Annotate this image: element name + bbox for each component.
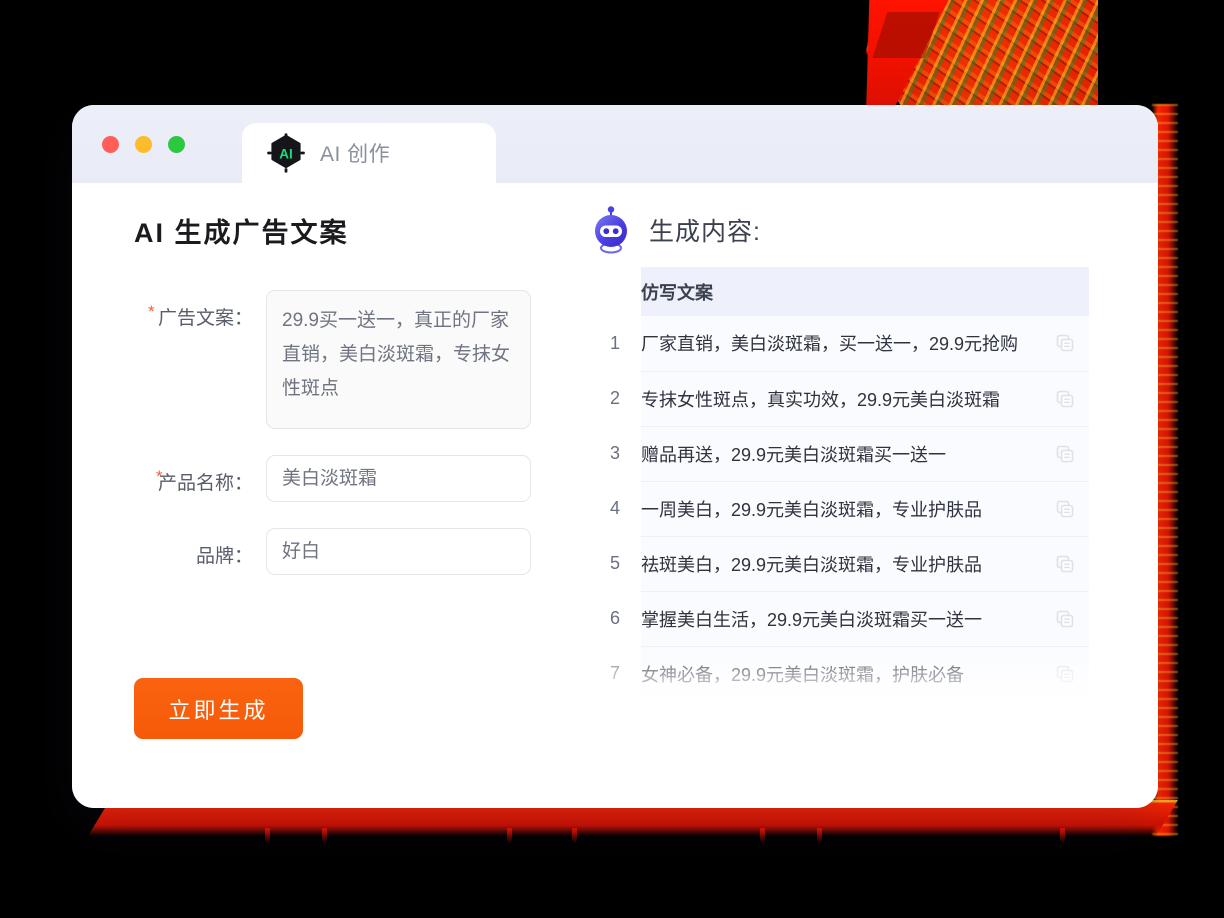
- copy-icon[interactable]: [1055, 444, 1075, 464]
- table-header-copy: 仿写文案: [641, 267, 1089, 316]
- decorative-drip: [322, 828, 327, 844]
- row-copy-label: 祛斑美白，29.9元美白淡斑霜，专业护肤品: [641, 554, 983, 575]
- row-copy-label: 掌握美白生活，29.9元美白淡斑霜买一送一: [641, 609, 983, 630]
- table-row[interactable]: 4 一周美白，29.9元美白淡斑霜，专业护肤品: [589, 481, 1089, 537]
- robot-head-icon: [595, 206, 627, 254]
- row-copy-label: 一周美白，29.9元美白淡斑霜，专业护肤品: [641, 499, 983, 520]
- brand-input[interactable]: 好白: [266, 528, 531, 575]
- decorative-drip: [507, 828, 512, 844]
- table-header-row: 仿写文案: [589, 267, 1089, 316]
- row-copy-text[interactable]: 一周美白，29.9元美白淡斑霜，专业护肤品: [641, 481, 1089, 537]
- row-copy-label: 赠品再送，29.9元美白淡斑霜买一送一: [641, 444, 947, 465]
- app-window: AI AI 创作 AI 生成广告文案 * 广告文案： 29.9买一送一，真正的厂…: [72, 105, 1158, 808]
- required-asterisk: *: [148, 302, 155, 321]
- row-index: 6: [609, 608, 620, 628]
- table-row[interactable]: 3 赠品再送，29.9元美白淡斑霜买一送一: [589, 426, 1089, 482]
- tab-ai-creation[interactable]: AI AI 创作: [242, 123, 496, 183]
- field-brand: 品牌： 好白: [134, 528, 577, 575]
- row-index: 2: [609, 388, 620, 408]
- row-copy-text[interactable]: 赠品再送，29.9元美白淡斑霜买一送一: [641, 426, 1089, 482]
- generate-button[interactable]: 立即生成: [134, 678, 303, 739]
- row-index: 5: [609, 553, 620, 573]
- table-row[interactable]: 5 祛斑美白，29.9元美白淡斑霜，专业护肤品: [589, 536, 1089, 592]
- product-name-input[interactable]: 美白淡斑霜: [266, 455, 531, 502]
- results-pane: 生成内容: 仿写文案 1 厂家直销，美白淡斑霜，买一送一，29.9元抢购 2 专…: [577, 183, 1158, 808]
- table-row[interactable]: 1 厂家直销，美白淡斑霜，买一送一，29.9元抢购: [589, 316, 1089, 372]
- row-index: 1: [609, 333, 620, 353]
- row-copy-text[interactable]: 厂家直销，美白淡斑霜，买一送一，29.9元抢购: [641, 316, 1089, 372]
- ad-copy-form: * 广告文案： 29.9买一送一，真正的厂家直销，美白淡斑霜，专抹女性斑点 * …: [134, 290, 577, 575]
- decorative-drip: [265, 828, 270, 844]
- minimize-button[interactable]: [135, 136, 152, 153]
- copy-icon[interactable]: [1055, 389, 1075, 409]
- row-copy-label: 厂家直销，美白淡斑霜，买一送一，29.9元抢购: [641, 334, 1019, 355]
- field-label-text: 产品名称：: [157, 473, 253, 494]
- tab-label: AI 创作: [320, 143, 391, 166]
- row-copy-text[interactable]: 掌握美白生活，29.9元美白淡斑霜买一送一: [641, 591, 1089, 647]
- row-index: 3: [609, 443, 620, 463]
- table-row[interactable]: 2 专抹女性斑点，真实功效，29.9元美白淡斑霜: [589, 371, 1089, 427]
- form-pane: AI 生成广告文案 * 广告文案： 29.9买一送一，真正的厂家直销，美白淡斑霜…: [72, 183, 577, 808]
- field-label-text: 品牌：: [195, 546, 253, 567]
- field-ad-copy: * 广告文案： 29.9买一送一，真正的厂家直销，美白淡斑霜，专抹女性斑点: [134, 290, 577, 429]
- copy-icon[interactable]: [1055, 333, 1075, 353]
- decorative-drip: [817, 828, 822, 844]
- field-label-ad-copy: * 广告文案：: [134, 290, 266, 330]
- field-label-product-name: * 产品名称：: [134, 455, 266, 495]
- ad-copy-textarea[interactable]: 29.9买一送一，真正的厂家直销，美白淡斑霜，专抹女性斑点: [266, 290, 531, 429]
- screenshot-stage: AI AI 创作 AI 生成广告文案 * 广告文案： 29.9买一送一，真正的厂…: [0, 0, 1224, 918]
- window-controls: [102, 136, 185, 153]
- field-label-brand: 品牌：: [134, 528, 266, 568]
- results-header-title: 生成内容:: [649, 218, 761, 246]
- decorative-drip: [760, 828, 765, 844]
- close-button[interactable]: [102, 136, 119, 153]
- row-copy-label: 女神必备，29.9元美白淡斑霜，护肤必备: [641, 664, 965, 685]
- required-asterisk: *: [156, 467, 163, 486]
- svg-text:AI: AI: [279, 146, 293, 161]
- field-product-name: * 产品名称： 美白淡斑霜: [134, 455, 577, 502]
- window-body: AI 生成广告文案 * 广告文案： 29.9买一送一，真正的厂家直销，美白淡斑霜…: [72, 183, 1158, 808]
- results-header: 生成内容:: [577, 205, 1098, 255]
- row-copy-text[interactable]: 专抹女性斑点，真实功效，29.9元美白淡斑霜: [641, 371, 1089, 427]
- table-row[interactable]: 7 女神必备，29.9元美白淡斑霜，护肤必备: [589, 646, 1089, 702]
- row-copy-text[interactable]: 女神必备，29.9元美白淡斑霜，护肤必备: [641, 646, 1089, 702]
- title-bar: AI AI 创作: [72, 105, 1158, 183]
- field-label-text: 广告文案：: [157, 308, 253, 329]
- copy-icon[interactable]: [1055, 499, 1075, 519]
- copy-icon[interactable]: [1055, 554, 1075, 574]
- page-title: AI 生成广告文案: [134, 218, 349, 248]
- row-copy-text[interactable]: 祛斑美白，29.9元美白淡斑霜，专业护肤品: [641, 536, 1089, 592]
- row-index: 4: [609, 498, 620, 518]
- decorative-drip: [1060, 828, 1065, 844]
- ai-hexagon-chip-icon: AI: [267, 133, 305, 173]
- maximize-button[interactable]: [168, 136, 185, 153]
- table-row[interactable]: 6 掌握美白生活，29.9元美白淡斑霜买一送一: [589, 591, 1089, 647]
- decorative-drip: [572, 828, 577, 844]
- copy-icon[interactable]: [1055, 664, 1075, 684]
- results-table-container[interactable]: 仿写文案 1 厂家直销，美白淡斑霜，买一送一，29.9元抢购 2 专抹女性斑点，…: [589, 267, 1089, 705]
- results-table: 仿写文案 1 厂家直销，美白淡斑霜，买一送一，29.9元抢购 2 专抹女性斑点，…: [589, 267, 1089, 702]
- row-index: 7: [609, 663, 620, 683]
- copy-icon[interactable]: [1055, 609, 1075, 629]
- table-header-index: [589, 267, 641, 316]
- row-copy-label: 专抹女性斑点，真实功效，29.9元美白淡斑霜: [641, 389, 1001, 410]
